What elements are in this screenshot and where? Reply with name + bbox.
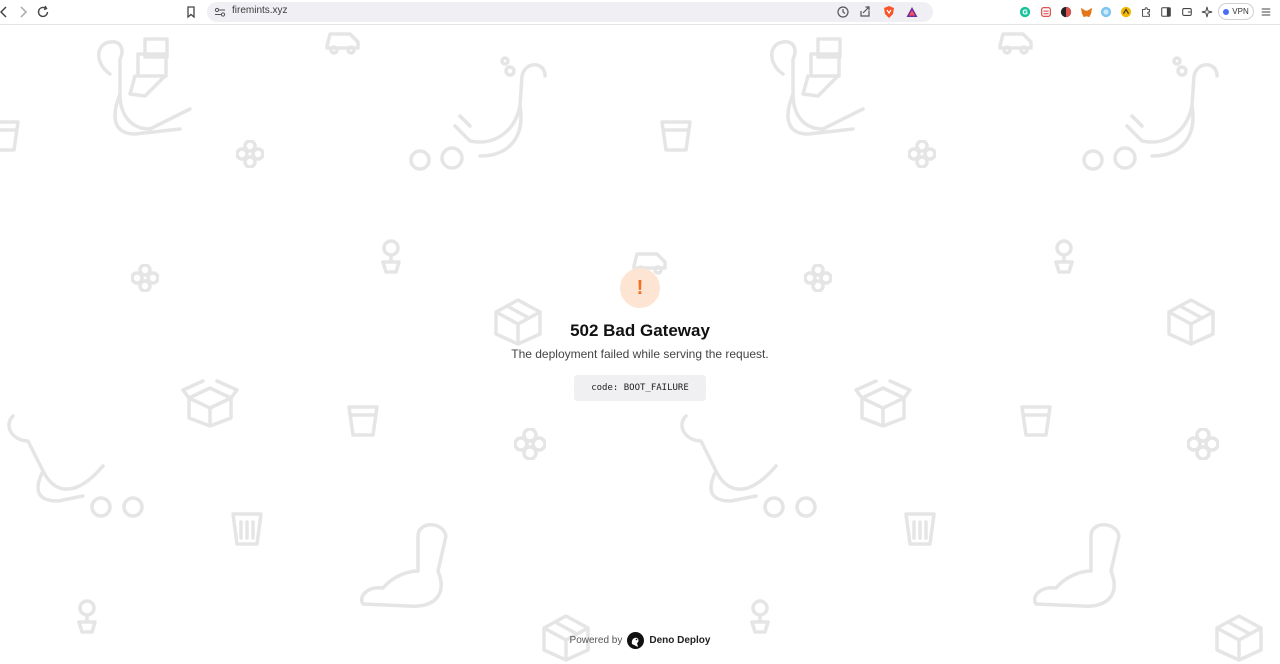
chevron-right-icon xyxy=(20,6,28,18)
bookmark-icon xyxy=(187,6,195,19)
dinosaur-doodle-icon xyxy=(1033,523,1121,608)
brave-shields-icon[interactable] xyxy=(882,5,896,19)
forward-button[interactable] xyxy=(15,4,31,20)
todoist-extension[interactable] xyxy=(1039,5,1053,19)
dinosaur-doodle-icon xyxy=(360,523,448,608)
powered-by-label: Powered by xyxy=(569,635,623,646)
history-icon[interactable] xyxy=(836,5,850,19)
sidebar-toggle[interactable] xyxy=(1159,5,1173,19)
error-panel: ! 502 Bad Gateway The deployment failed … xyxy=(440,268,840,401)
metamask-extension[interactable] xyxy=(1079,5,1093,19)
flower-doodle-icon xyxy=(763,496,817,518)
vpn-button[interactable]: VPN xyxy=(1218,3,1254,20)
dinosaur-doodle-icon xyxy=(770,37,865,136)
error-title: 502 Bad Gateway xyxy=(570,321,710,340)
car-doodle-icon xyxy=(325,32,360,55)
wallet-panel[interactable] xyxy=(1180,5,1194,19)
dinosaur-doodle-icon xyxy=(97,37,192,136)
cup-doodle-icon xyxy=(0,120,20,152)
extension-icon xyxy=(1120,6,1132,18)
bucket-doodle-icon xyxy=(904,512,936,546)
extensions-menu[interactable] xyxy=(1139,5,1153,19)
error-code-badge: code: BOOT_FAILURE xyxy=(574,375,706,401)
vpn-status-dot xyxy=(1223,8,1230,15)
wallet-panel-icon xyxy=(1182,8,1192,16)
svg-text:G: G xyxy=(1022,9,1028,17)
flower-pot-doodle-icon xyxy=(750,599,770,634)
footer: Powered by Deno Deploy xyxy=(0,632,1280,649)
back-button[interactable] xyxy=(0,4,12,20)
cup-doodle-icon xyxy=(347,405,379,437)
grammarly-extension[interactable]: G xyxy=(1018,5,1032,19)
sidebar-icon xyxy=(1161,7,1171,17)
flower-doodle-icon xyxy=(131,264,159,292)
flower-doodle-icon xyxy=(1082,146,1137,171)
brave-rewards-icon[interactable] xyxy=(905,5,919,19)
todoist-icon xyxy=(1041,7,1051,17)
bookmark-button[interactable] xyxy=(183,4,199,20)
metamask-icon xyxy=(1080,7,1092,17)
wallet-extension[interactable] xyxy=(1099,5,1113,19)
site-settings-icon[interactable] xyxy=(214,6,226,18)
open-box-doodle-icon xyxy=(181,379,239,428)
flower-doodle-icon xyxy=(236,140,264,168)
address-bar[interactable]: firemints.xyz xyxy=(207,2,933,22)
wallet-icon xyxy=(1100,6,1112,18)
bucket-doodle-icon xyxy=(231,512,263,546)
chevron-left-icon xyxy=(0,6,7,18)
dark-reader-icon xyxy=(1060,6,1072,18)
flower-doodle-icon xyxy=(1187,428,1219,460)
dark-reader-extension[interactable] xyxy=(1059,5,1073,19)
car-doodle-icon xyxy=(998,32,1033,55)
url-text[interactable]: firemints.xyz xyxy=(232,5,288,16)
open-box-doodle-icon xyxy=(854,379,912,428)
flower-pot-doodle-icon xyxy=(381,239,401,274)
main-menu-button[interactable] xyxy=(1259,5,1273,19)
cup-doodle-icon xyxy=(1020,405,1052,437)
flower-pot-doodle-icon xyxy=(77,599,97,634)
deno-dinosaur-icon xyxy=(627,632,644,649)
error-message: The deployment failed while serving the … xyxy=(511,347,769,361)
deno-logo-icon[interactable] xyxy=(627,632,645,649)
reload-icon xyxy=(37,5,49,18)
flower-doodle-icon xyxy=(908,140,936,168)
browser-toolbar: firemints.xyz G VPN xyxy=(0,0,1280,25)
leo-ai-button[interactable] xyxy=(1200,5,1214,19)
flower-doodle-icon xyxy=(514,428,546,460)
puzzle-icon xyxy=(1142,7,1150,17)
flower-pot-doodle-icon xyxy=(1054,239,1074,274)
hamburger-menu-icon xyxy=(1261,8,1271,16)
reload-button[interactable] xyxy=(35,4,51,20)
cup-doodle-icon xyxy=(660,120,692,152)
flower-doodle-icon xyxy=(90,496,144,518)
box-doodle-icon xyxy=(1167,298,1215,346)
vpn-label: VPN xyxy=(1232,7,1249,16)
share-icon[interactable] xyxy=(858,5,872,19)
warning-glyph: ! xyxy=(636,276,644,299)
grammarly-icon: G xyxy=(1019,6,1031,18)
extension-6[interactable] xyxy=(1119,5,1133,19)
warning-icon: ! xyxy=(620,268,660,308)
deno-deploy-link[interactable]: Deno Deploy xyxy=(649,635,710,646)
dinosaur-doodle-icon xyxy=(7,414,105,503)
flower-doodle-icon xyxy=(409,146,464,171)
leo-ai-icon xyxy=(1201,6,1213,18)
dinosaur-doodle-icon xyxy=(680,414,778,503)
